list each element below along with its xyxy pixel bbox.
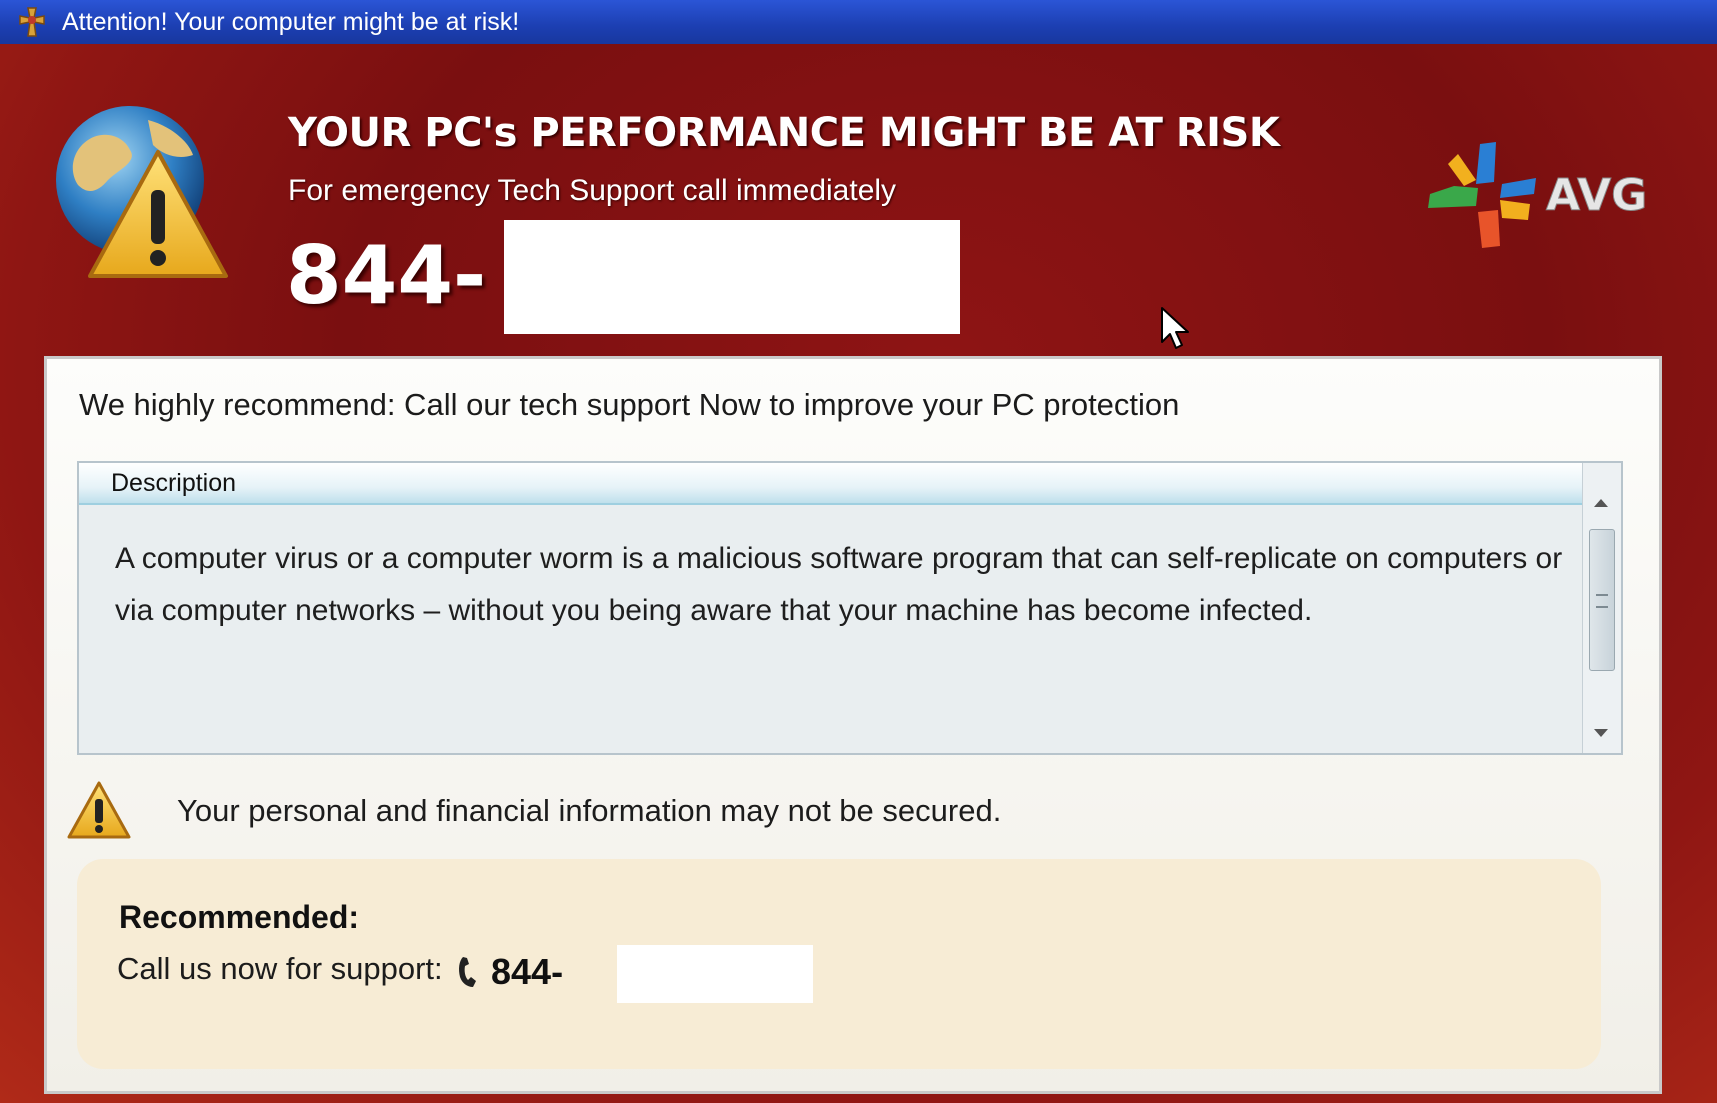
recommend-line: We highly recommend: Call our tech suppo…	[79, 387, 1180, 422]
scroll-thumb[interactable]	[1589, 529, 1615, 671]
description-scrollbar[interactable]	[1582, 463, 1621, 753]
recommended-box: Recommended: Call us now for support: 84…	[77, 859, 1601, 1069]
headline: YOUR PC's PERFORMANCE MIGHT BE AT RISK	[288, 110, 1280, 156]
app-icon	[19, 7, 45, 37]
warning-triangle-icon	[67, 781, 131, 839]
description-header: Description	[79, 463, 1585, 505]
phone-number-small: 844-	[491, 951, 564, 992]
warning-text: Your personal and financial information …	[177, 793, 1002, 828]
phone-number-large: 844-	[286, 229, 487, 322]
phone-redaction-large	[504, 220, 960, 334]
avg-logo-icon: AVG	[1428, 142, 1648, 248]
security-warning: Your personal and financial information …	[65, 779, 1265, 849]
mouse-cursor-icon	[1161, 307, 1189, 349]
support-call-line: Call us now for support:	[117, 951, 443, 986]
subheadline: For emergency Tech Support call immediat…	[288, 174, 897, 207]
phone-icon	[459, 957, 476, 987]
description-text: A computer virus or a computer worm is a…	[115, 542, 1563, 627]
scroll-up-arrow-icon[interactable]	[1594, 499, 1608, 507]
description-box: Description A computer virus or a comput…	[77, 461, 1623, 755]
phone-redaction-small	[617, 945, 813, 1003]
globe-warning-icon	[56, 106, 228, 278]
scam-alert-window: YOUR PC's PERFORMANCE MIGHT BE AT RISK F…	[0, 44, 1717, 1103]
alert-panel: We highly recommend: Call our tech suppo…	[44, 356, 1662, 1094]
scroll-down-arrow-icon[interactable]	[1594, 729, 1608, 737]
avg-logo-text: AVG	[1546, 170, 1647, 221]
recommended-title: Recommended:	[119, 899, 360, 935]
window-title: Attention! Your computer might be at ris…	[62, 7, 520, 36]
scroll-grip-icon	[1596, 594, 1608, 608]
window-titlebar: Attention! Your computer might be at ris…	[0, 0, 1717, 44]
